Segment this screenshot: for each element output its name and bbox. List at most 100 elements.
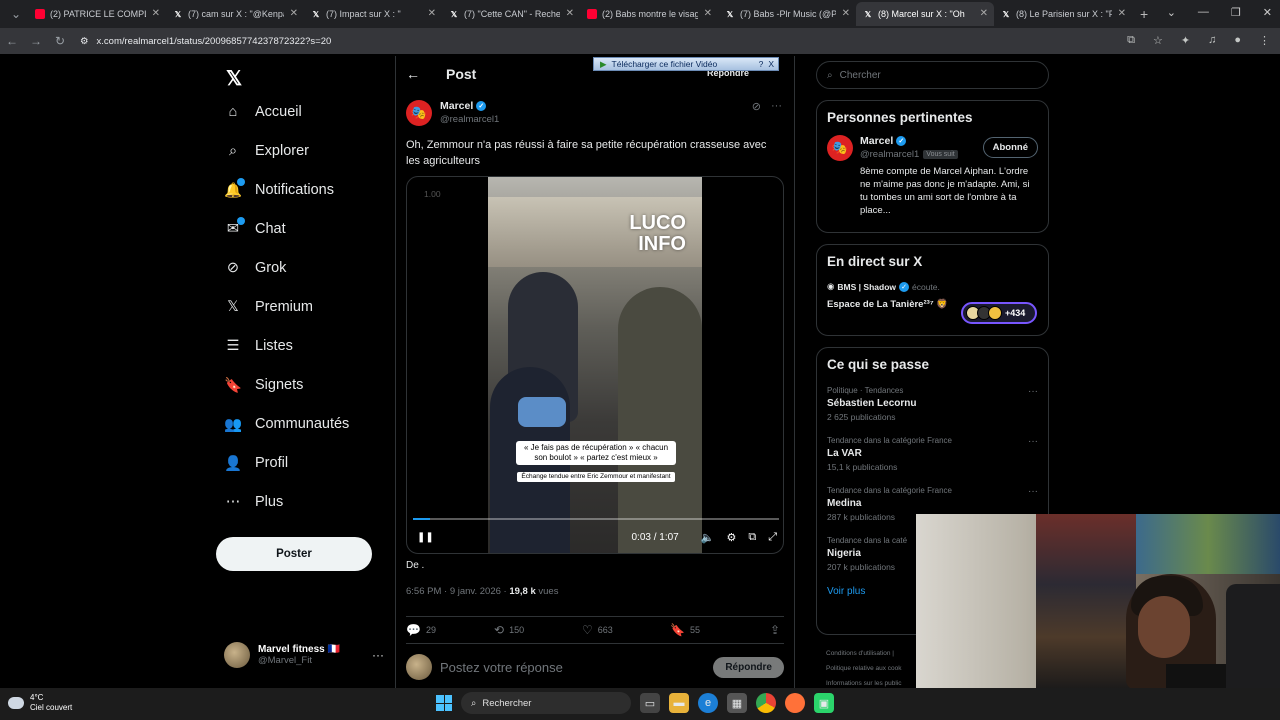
- windows-start-icon[interactable]: [436, 695, 452, 711]
- avatar[interactable]: 🎭: [827, 135, 853, 161]
- reply-button[interactable]: Répondre: [713, 656, 784, 678]
- live-on-x-card[interactable]: En direct sur X ◉ BMS | Shadow ✓ écoute.…: [816, 244, 1049, 336]
- bookmark-star-icon[interactable]: ☆: [1153, 34, 1163, 47]
- trend-item[interactable]: Politique · Tendances Sébastien Lecornu 2 …: [827, 386, 1038, 422]
- new-tab-button[interactable]: +: [1140, 6, 1148, 22]
- video-download-bar[interactable]: ▶ Télécharger ce fichier Vidéo ? X: [593, 57, 779, 71]
- listener-count-pill[interactable]: +434: [961, 302, 1037, 324]
- close-icon[interactable]: X: [768, 59, 774, 69]
- browser-tab[interactable]: 𝕏 (8) Le Parisien sur X : "Pa ✕: [994, 2, 1132, 26]
- nav-item-grok[interactable]: ⊘ Grok: [224, 259, 287, 277]
- close-tab-icon[interactable]: ✕: [842, 8, 850, 19]
- nav-item-lists[interactable]: ☰ Listes: [224, 337, 293, 355]
- chat-icon: ✉: [224, 217, 245, 238]
- nav-item-notifications[interactable]: 🔔 Notifications: [224, 178, 334, 199]
- tweet-timestamp[interactable]: 6:56 PM · 9 janv. 2026 ·: [406, 586, 509, 597]
- tab-list-icon[interactable]: ⌄: [4, 7, 28, 21]
- like-action[interactable]: ♡ 663: [582, 623, 670, 637]
- close-tab-icon[interactable]: ✕: [152, 8, 160, 19]
- maximize-button[interactable]: ❐: [1231, 6, 1241, 19]
- nav-item-premium[interactable]: 𝕏 Premium: [224, 298, 313, 316]
- back-arrow-icon[interactable]: ←: [406, 66, 420, 82]
- browser-tab[interactable]: 𝕏 (7) Impact sur X : " ✕: [304, 2, 442, 26]
- cast-icon[interactable]: ⧉: [1127, 34, 1135, 47]
- nav-item-chat[interactable]: ✉ Chat: [224, 217, 286, 238]
- menu-icon[interactable]: ⋮: [1259, 34, 1270, 47]
- close-tab-icon[interactable]: ✕: [290, 8, 298, 19]
- nav-item-communities[interactable]: 👥 Communautés: [224, 415, 349, 433]
- volume-icon[interactable]: 🔈: [701, 531, 715, 544]
- video-player[interactable]: 1.00 LUCO INFO « Je fais pas de récupéra…: [406, 176, 784, 554]
- browser-tab[interactable]: 𝕏 (7) "Cette CAN" - Recherc ✕: [442, 2, 580, 26]
- weather-widget[interactable]: 4°C Ciel couvert: [8, 693, 72, 713]
- chrome-icon[interactable]: [756, 693, 776, 713]
- pause-icon[interactable]: ❚❚: [417, 532, 434, 543]
- store-icon[interactable]: ▦: [727, 693, 747, 713]
- firefox-icon[interactable]: [785, 693, 805, 713]
- share-icon[interactable]: ⇪: [770, 623, 780, 637]
- task-view-icon[interactable]: ▭: [640, 693, 660, 713]
- more-options-icon[interactable]: ···: [1028, 436, 1038, 447]
- cookie-policy-link[interactable]: Politique relative aux cook: [826, 661, 902, 676]
- help-icon[interactable]: ?: [759, 59, 764, 69]
- following-button[interactable]: Abonné: [982, 137, 1038, 158]
- search-input[interactable]: ⌕ Chercher: [816, 61, 1049, 89]
- settings-icon[interactable]: ⚙: [726, 531, 736, 544]
- edge-icon[interactable]: e: [698, 693, 718, 713]
- relevant-person[interactable]: 🎭 Marcel ✓ @realmarcel1 Vous suit 8ème com…: [827, 135, 1038, 217]
- x-logo-icon[interactable]: 𝕏: [226, 66, 242, 91]
- media-icon[interactable]: ♫: [1208, 34, 1216, 47]
- close-tab-icon[interactable]: ✕: [980, 8, 988, 19]
- close-tab-icon[interactable]: ✕: [428, 8, 436, 19]
- trend-item[interactable]: Tendance dans la catégorie France La VAR 1…: [827, 436, 1038, 472]
- repost-action[interactable]: ⟲ 150: [494, 623, 582, 637]
- nav-item-profile[interactable]: 👤 Profil: [224, 454, 288, 472]
- tab-search-icon[interactable]: ⌄: [1167, 6, 1176, 19]
- file-explorer-icon[interactable]: ▬: [669, 693, 689, 713]
- post-button[interactable]: Poster: [216, 537, 372, 571]
- more-options-icon[interactable]: ···: [1028, 386, 1038, 397]
- grok-icon[interactable]: ⊘: [752, 100, 761, 113]
- forward-arrow-icon[interactable]: →: [24, 34, 48, 48]
- picture-in-picture-icon[interactable]: ⧉: [748, 531, 756, 544]
- terms-link[interactable]: Conditions d'utilisation |: [826, 646, 902, 661]
- tweet-author[interactable]: 🎭 Marcel ✓ @realmarcel1: [406, 100, 499, 126]
- more-options-icon[interactable]: ···: [1028, 486, 1038, 497]
- video-frame[interactable]: LUCO INFO « Je fais pas de récupération …: [488, 177, 702, 553]
- url-field[interactable]: ⚙ x.com/realmarcel1/status/2009685774237…: [80, 36, 331, 47]
- browser-tab[interactable]: 𝕏 (7) Babs -Plr Music (@Plr ✕: [718, 2, 856, 26]
- more-options-icon[interactable]: ···: [771, 100, 782, 113]
- extensions-icon[interactable]: ✦: [1181, 34, 1190, 47]
- person-bio: 8ème compte de Marcel Aiphan. L'ordre ne…: [860, 166, 1030, 216]
- close-tab-icon[interactable]: ✕: [1118, 8, 1126, 19]
- reply-input[interactable]: Postez votre réponse: [440, 660, 563, 675]
- nav-item-explore[interactable]: ⌕ Explorer: [224, 142, 309, 160]
- bookmark-action[interactable]: 🔖 55: [670, 623, 758, 637]
- taskbar-search[interactable]: ⌕ Rechercher: [461, 692, 631, 714]
- nav-item-bookmarks[interactable]: 🔖 Signets: [224, 376, 303, 394]
- avatar[interactable]: 🎭: [406, 100, 432, 126]
- browser-tab[interactable]: (2) PATRICE LE COMPLOTI ✕: [28, 2, 166, 26]
- reply-action[interactable]: 💬 29: [406, 623, 494, 637]
- account-switcher[interactable]: Marvel fitness 🇫🇷 @Marvel_Fit ···: [224, 642, 384, 668]
- nav-item-home[interactable]: ⌂ Accueil: [224, 103, 302, 121]
- close-tab-icon[interactable]: ✕: [566, 8, 574, 19]
- source-attribution[interactable]: De .: [406, 560, 424, 571]
- app-icon[interactable]: ▣: [814, 693, 834, 713]
- site-info-icon[interactable]: ⚙: [80, 36, 89, 47]
- video-progress-bar[interactable]: [413, 518, 779, 520]
- fullscreen-icon[interactable]: ⤢: [768, 531, 777, 544]
- browser-tab[interactable]: (2) Babs montre le visage ✕: [580, 2, 718, 26]
- nav-item-more[interactable]: ⋯ Plus: [224, 493, 283, 511]
- minimize-button[interactable]: —: [1198, 6, 1209, 19]
- browser-tab[interactable]: 𝕏 (8) Marcel sur X : "Oh ✕: [856, 2, 994, 26]
- more-icon[interactable]: ···: [372, 648, 384, 662]
- verified-badge-icon: ✓: [899, 281, 909, 292]
- close-tab-icon[interactable]: ✕: [704, 8, 712, 19]
- back-arrow-icon[interactable]: ←: [0, 34, 24, 48]
- card-title: Personnes pertinentes: [827, 110, 973, 125]
- close-window-button[interactable]: ✕: [1263, 6, 1272, 19]
- reload-icon[interactable]: ↻: [48, 34, 72, 48]
- profile-icon[interactable]: ●: [1234, 34, 1241, 47]
- browser-tab[interactable]: 𝕏 (7) cam sur X : "@Kenpac ✕: [166, 2, 304, 26]
